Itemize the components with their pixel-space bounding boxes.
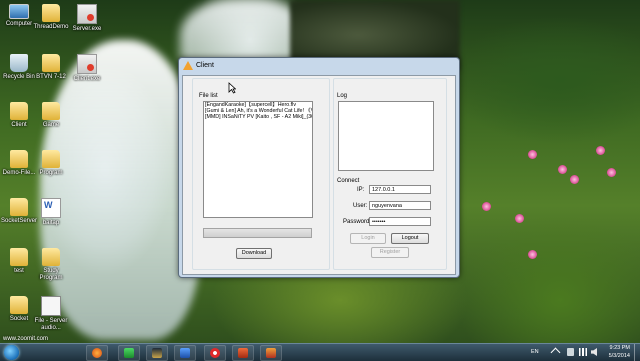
file-icon <box>41 296 61 316</box>
flower <box>570 175 579 184</box>
icon-label: Server.exe <box>72 26 102 32</box>
clock-time[interactable]: 9:23 PM <box>604 345 630 351</box>
password-input[interactable]: ••••••• <box>369 217 431 226</box>
flower <box>596 146 605 155</box>
taskbar-record[interactable] <box>204 345 226 361</box>
desktop-icon-threaddemo[interactable]: ThreadDemo <box>32 4 70 31</box>
icon-label: Computer <box>5 21 33 27</box>
desktop-icon-server-exe[interactable]: Server.exe <box>68 4 106 33</box>
firefox-icon <box>92 348 102 358</box>
waterfall <box>40 40 200 340</box>
file-list-label: File list <box>199 93 218 99</box>
download-manager-icon <box>124 348 134 358</box>
folder-icon <box>10 248 28 266</box>
show-desktop-button[interactable] <box>634 344 640 361</box>
league-icon <box>152 348 162 358</box>
icon-label: BTVN 7-12 <box>36 74 66 80</box>
icon-label: Game <box>42 122 60 128</box>
flower <box>558 165 567 174</box>
recycle-bin-icon <box>10 54 28 72</box>
log-textbox[interactable] <box>338 101 434 171</box>
ip-label: IP: <box>357 187 365 193</box>
desktop-icon-program[interactable]: Program <box>32 150 70 177</box>
taskbar-firefox[interactable] <box>86 345 108 361</box>
folder-icon <box>42 54 60 72</box>
folder-icon <box>10 150 28 168</box>
language-indicator[interactable]: EN <box>531 349 539 355</box>
taskbar-network[interactable] <box>174 345 196 361</box>
executable-icon <box>77 4 97 24</box>
icon-label: Recycle Bin <box>3 74 35 80</box>
folder-icon <box>42 248 60 266</box>
tray-app-icon[interactable] <box>567 348 574 356</box>
user-input[interactable]: nguyenvana <box>369 201 431 210</box>
window-client-area: File list [EngandKaraoke]【supercell】Hero… <box>182 75 456 275</box>
flower <box>607 168 616 177</box>
folder-icon <box>10 198 28 216</box>
computer-icon <box>9 4 29 19</box>
show-hidden-icons-chevron-icon[interactable] <box>550 347 561 358</box>
icon-label: baitap <box>42 220 60 226</box>
log-label: Log <box>337 93 348 99</box>
file-list-box[interactable]: [EngandKaraoke]【supercell】Hero.flv [Gumi… <box>203 101 313 218</box>
clock-date[interactable]: 5/3/2014 <box>604 353 630 359</box>
taskbar-download-manager[interactable] <box>118 345 140 361</box>
word-document-icon <box>41 198 61 218</box>
desktop-icon-game[interactable]: Game <box>32 102 70 129</box>
icon-label: Client.exe <box>73 76 101 82</box>
taskbar: EN 9:23 PM 5/3/2014 <box>0 343 640 361</box>
folder-icon <box>42 4 60 22</box>
icon-label: Socket <box>9 316 29 322</box>
client-window[interactable]: Client File list [EngandKaraoke]【superce… <box>178 57 460 278</box>
folder-icon <box>42 102 60 120</box>
password-label: Password: <box>343 219 372 225</box>
folder-icon <box>42 150 60 168</box>
taskbar-league[interactable] <box>146 345 168 361</box>
start-button[interactable] <box>4 345 19 360</box>
window-title: Client <box>196 62 214 69</box>
icon-label: ThreadDemo <box>33 24 69 30</box>
download-button[interactable]: Download <box>236 248 272 259</box>
register-button[interactable]: Register <box>371 247 409 258</box>
executable-icon <box>77 54 97 74</box>
file-list-item[interactable]: [MMD] INSaNiTY PV [Kaito , SF - A2 Miki]… <box>204 114 312 120</box>
app-icon <box>238 348 248 358</box>
flower <box>515 214 524 223</box>
connect-label: Connect <box>337 178 360 184</box>
record-icon <box>210 348 220 358</box>
taskbar-app-2[interactable] <box>260 345 282 361</box>
network-icon <box>180 348 190 358</box>
flower <box>482 202 491 211</box>
download-progress-bar <box>203 228 312 238</box>
folder-icon <box>10 102 28 120</box>
icon-label: test <box>14 268 24 274</box>
icon-label: Program <box>39 170 63 176</box>
desktop-icon-file-server[interactable]: File - Server audio... <box>32 296 70 332</box>
user-label: User: <box>353 203 368 209</box>
watermark-text: www.zoomit.com <box>3 336 49 342</box>
desktop-icon-study-program[interactable]: Study Program <box>32 248 70 282</box>
desktop-icon-baitap[interactable]: baitap <box>32 198 70 227</box>
app-icon-2 <box>266 348 276 358</box>
desktop-icon-btvn[interactable]: BTVN 7-12 <box>32 54 70 81</box>
flower <box>528 250 537 259</box>
taskbar-app[interactable] <box>232 345 254 361</box>
folder-icon <box>10 296 28 314</box>
login-button[interactable]: Login <box>350 233 386 244</box>
ip-input[interactable]: 127.0.0.1 <box>369 185 431 194</box>
window-titlebar[interactable]: Client <box>179 58 459 74</box>
desktop-icon-client-exe[interactable]: Client.exe <box>68 54 106 83</box>
volume-icon[interactable] <box>591 348 597 356</box>
mouse-cursor-icon <box>228 82 236 94</box>
logout-button[interactable]: Logout <box>391 233 429 244</box>
app-triangle-icon <box>183 61 193 70</box>
icon-label: Study Program <box>39 268 63 281</box>
icon-label: Demo-File... <box>2 170 36 176</box>
flower <box>528 150 537 159</box>
icon-label: File - Server audio... <box>34 318 68 331</box>
network-signal-icon[interactable] <box>579 348 587 356</box>
icon-label: Client <box>11 122 27 128</box>
